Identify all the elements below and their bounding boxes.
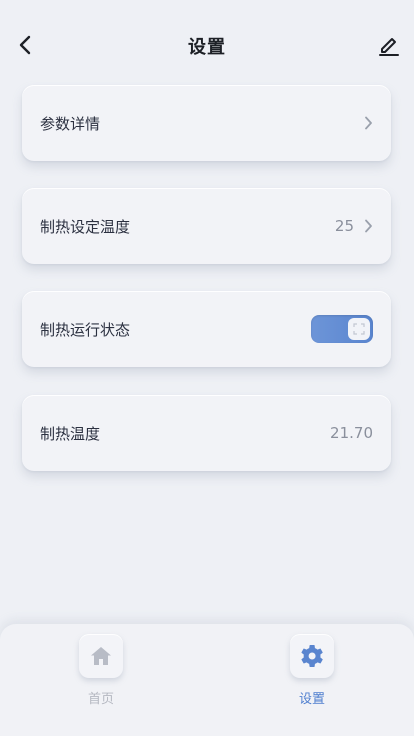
home-icon xyxy=(79,634,123,678)
settings-item-value: 25 xyxy=(334,217,354,235)
chevron-right-icon xyxy=(364,219,373,233)
expand-icon xyxy=(353,323,365,335)
settings-item-label: 制热设定温度 xyxy=(40,217,131,236)
edit-button[interactable] xyxy=(374,30,404,64)
chevron-right-icon xyxy=(364,116,373,130)
nav-item-home[interactable]: 首页 xyxy=(61,634,141,707)
settings-item-label: 制热运行状态 xyxy=(40,320,131,339)
settings-item-heating-temperature: 制热温度 21.70 xyxy=(22,395,391,471)
bottom-navigation: 首页 设置 xyxy=(0,624,414,736)
toggle-knob xyxy=(348,318,370,340)
page-title: 设置 xyxy=(188,37,226,58)
settings-item-value: 21.70 xyxy=(330,424,373,442)
nav-label: 设置 xyxy=(298,692,325,707)
settings-item-parameter-details[interactable]: 参数详情 xyxy=(22,85,391,161)
gear-icon xyxy=(290,634,334,678)
top-bar: 设置 xyxy=(0,0,414,92)
heating-status-toggle[interactable] xyxy=(311,315,373,343)
settings-item-label: 参数详情 xyxy=(40,114,101,133)
pencil-icon xyxy=(378,34,400,60)
settings-item-heating-run-status: 制热运行状态 xyxy=(22,291,391,367)
settings-item-heating-set-temperature[interactable]: 制热设定温度 25 xyxy=(22,188,391,264)
nav-item-settings[interactable]: 设置 xyxy=(272,634,352,707)
nav-label: 首页 xyxy=(87,692,114,707)
settings-item-label: 制热温度 xyxy=(40,424,101,443)
